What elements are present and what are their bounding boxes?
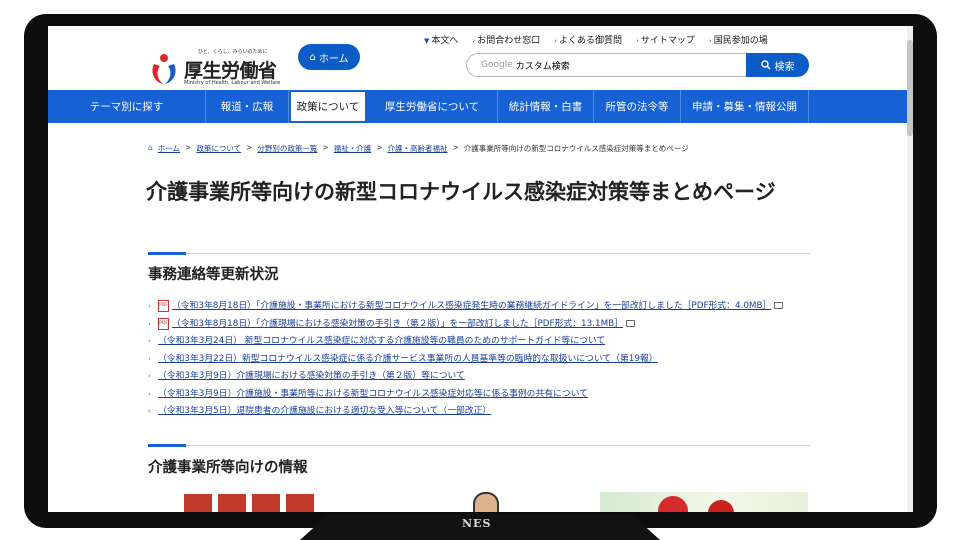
top-link-sitemap[interactable]: › サイトマップ bbox=[636, 33, 695, 46]
nav-item-about[interactable]: 厚生労働省について bbox=[367, 90, 498, 123]
list-item-link[interactable]: （令和3年3月9日）介護施設・事業所等における新型コロナウイルス感染症対応等に係… bbox=[158, 386, 588, 404]
chevron-right-icon: › bbox=[148, 354, 151, 363]
chevron-right-icon: › bbox=[708, 37, 712, 45]
list-item-link[interactable]: （令和3年3月22日）新型コロナウイルス感染症に係る介護サービス事業所の人員基準… bbox=[158, 351, 658, 369]
list-item-link[interactable]: （令和3年8月18日）「介護施設・事業所における新型コロナウイルス感染症発生時の… bbox=[172, 301, 771, 311]
external-window-icon bbox=[626, 319, 636, 327]
section-heading-updates: 事務連絡等更新状況 bbox=[148, 267, 279, 283]
banner-decoration bbox=[658, 496, 688, 512]
watermark-logo: NES bbox=[462, 517, 492, 530]
section-divider bbox=[186, 445, 810, 446]
chevron-right-icon: › bbox=[148, 407, 151, 415]
chevron-right-icon: › bbox=[148, 372, 151, 380]
facility-icon[interactable] bbox=[184, 494, 212, 512]
section-heading-info: 介護事業所等向けの情報 bbox=[148, 460, 308, 476]
list-item[interactable]: › （令和3年3月9日）介護施設・事業所等における新型コロナウイルス感染症対応等… bbox=[148, 386, 810, 404]
breadcrumb-elderly-care[interactable]: 介護・高齢者福祉 bbox=[388, 143, 448, 154]
banner-decoration bbox=[708, 500, 734, 512]
chevron-right-icon: › bbox=[472, 37, 476, 45]
home-icon: ⌂ bbox=[309, 51, 316, 63]
logo-tagline: ひと、くらし、みらいのために bbox=[198, 49, 268, 55]
search-button-label: 検索 bbox=[774, 61, 795, 73]
chevron-right-icon: › bbox=[554, 37, 558, 45]
list-item-link[interactable]: （令和3年3月5日）退院患者の介護施設における適切な受入等について（一部改正） bbox=[158, 403, 491, 421]
chevron-right-icon: › bbox=[148, 319, 151, 328]
home-button-label: ホーム bbox=[318, 53, 349, 65]
nav-item-applications[interactable]: 申請・募集・情報公開 bbox=[681, 90, 809, 123]
search-placeholder: カスタム検索 bbox=[515, 61, 570, 72]
global-nav: テーマ別に探す 報道・広報 政策について 厚生労働省について 統計情報・白書 所… bbox=[48, 90, 907, 123]
building-icon[interactable] bbox=[218, 494, 246, 512]
nav-item-policy[interactable]: 政策について bbox=[289, 90, 367, 123]
calendar-icon[interactable] bbox=[286, 494, 314, 512]
list-item-link[interactable]: （令和3年3月24日） 新型コロナウイルス感染症に対応する介護施設等の職員のため… bbox=[158, 333, 605, 351]
pdf-icon: PDF bbox=[158, 317, 169, 330]
section-divider-accent bbox=[148, 252, 186, 255]
breadcrumb-field-policies[interactable]: 分野別の政策一覧 bbox=[257, 143, 317, 154]
top-link-faq[interactable]: › よくある御質問 bbox=[554, 33, 622, 46]
pdf-icon: PDF bbox=[158, 300, 169, 312]
top-link-participation[interactable]: › 国民参加の場 bbox=[709, 33, 768, 46]
list-item-link[interactable]: （令和3年8月18日）「介護現場における感染対策の手引き（第２版）」を一部改訂し… bbox=[172, 319, 623, 329]
section-divider bbox=[186, 253, 810, 254]
search-icon bbox=[760, 60, 770, 70]
updates-list: › PDF （令和3年8月18日）「介護施設・事業所における新型コロナウイルス感… bbox=[148, 298, 810, 421]
section-divider-accent bbox=[148, 444, 186, 447]
home-button[interactable]: ⌂ ホーム bbox=[298, 44, 360, 70]
top-link-contact[interactable]: › お問合わせ窓口 bbox=[472, 33, 540, 46]
list-item-link[interactable]: （令和3年3月9日）介護現場における感染対策の手引き（第２版）等について bbox=[158, 368, 465, 386]
top-link-skip[interactable]: ▼ 本文へ bbox=[424, 33, 458, 46]
list-item[interactable]: › （令和3年3月5日）退院患者の介護施設における適切な受入等について（一部改正… bbox=[148, 403, 810, 421]
chevron-right-icon: › bbox=[148, 302, 151, 310]
chevron-right-icon: › bbox=[148, 389, 151, 398]
external-window-icon bbox=[774, 302, 784, 309]
nav-item-laws[interactable]: 所管の法令等 bbox=[594, 90, 681, 123]
site-logo[interactable]: ひと、くらし、みらいのために 厚生労働省 Ministry of Health,… bbox=[148, 46, 288, 90]
search-button[interactable]: 検索 bbox=[746, 53, 809, 77]
browser-viewport: ひと、くらし、みらいのために 厚生労働省 Ministry of Health,… bbox=[48, 26, 913, 512]
list-item[interactable]: › PDF （令和3年8月18日）「介護施設・事業所における新型コロナウイルス感… bbox=[148, 298, 810, 316]
nav-item-statistics[interactable]: 統計情報・白書 bbox=[498, 90, 594, 123]
nav-item-press[interactable]: 報道・広報 bbox=[206, 90, 289, 123]
breadcrumb: ⌂ ホーム > 政策について > 分野別の政策一覧 > 福祉・介護 > 介護・高齢者福祉… bbox=[148, 143, 689, 154]
logo-english: Ministry of Health, Labour and Welfare bbox=[184, 80, 281, 86]
logo-name: 厚生労働省 bbox=[184, 60, 277, 82]
home-icon: ⌂ bbox=[148, 143, 153, 152]
triangle-down-icon: ▼ bbox=[424, 37, 430, 45]
breadcrumb-welfare-care[interactable]: 福祉・介護 bbox=[334, 143, 372, 154]
info-icons bbox=[184, 494, 314, 512]
search-input[interactable]: Google カスタム検索 bbox=[466, 53, 746, 77]
caregiver-illustration bbox=[473, 492, 499, 512]
search-brand: Google bbox=[481, 60, 513, 70]
hourglass-icon[interactable] bbox=[252, 494, 280, 512]
chevron-right-icon: › bbox=[636, 37, 639, 45]
list-item[interactable]: › （令和3年3月9日）介護現場における感染対策の手引き（第２版）等について bbox=[148, 368, 810, 386]
breadcrumb-current: 介護事業所等向けの新型コロナウイルス感染症対策等まとめページ bbox=[463, 144, 689, 153]
list-item[interactable]: › PDF （令和3年8月18日）「介護現場における感染対策の手引き（第２版）」… bbox=[148, 316, 810, 334]
scrollbar-thumb[interactable] bbox=[907, 40, 913, 136]
breadcrumb-policy[interactable]: 政策について bbox=[196, 143, 241, 154]
chevron-right-icon: › bbox=[148, 337, 151, 345]
list-item[interactable]: › （令和3年3月22日）新型コロナウイルス感染症に係る介護サービス事業所の人員… bbox=[148, 351, 810, 369]
nav-item-theme[interactable]: テーマ別に探す bbox=[48, 90, 206, 123]
breadcrumb-home[interactable]: ホーム bbox=[158, 143, 180, 154]
page-title: 介護事業所等向けの新型コロナウイルス感染症対策等まとめページ bbox=[146, 180, 776, 204]
list-item[interactable]: › （令和3年3月24日） 新型コロナウイルス感染症に対応する介護施設等の職員の… bbox=[148, 333, 810, 351]
mhlw-logo-icon bbox=[152, 54, 176, 84]
top-links: ▼ 本文へ › お問合わせ窓口 › よくある御質問 › サイトマップ › 国民参加の場 bbox=[424, 33, 768, 46]
banner-image[interactable] bbox=[600, 492, 808, 512]
